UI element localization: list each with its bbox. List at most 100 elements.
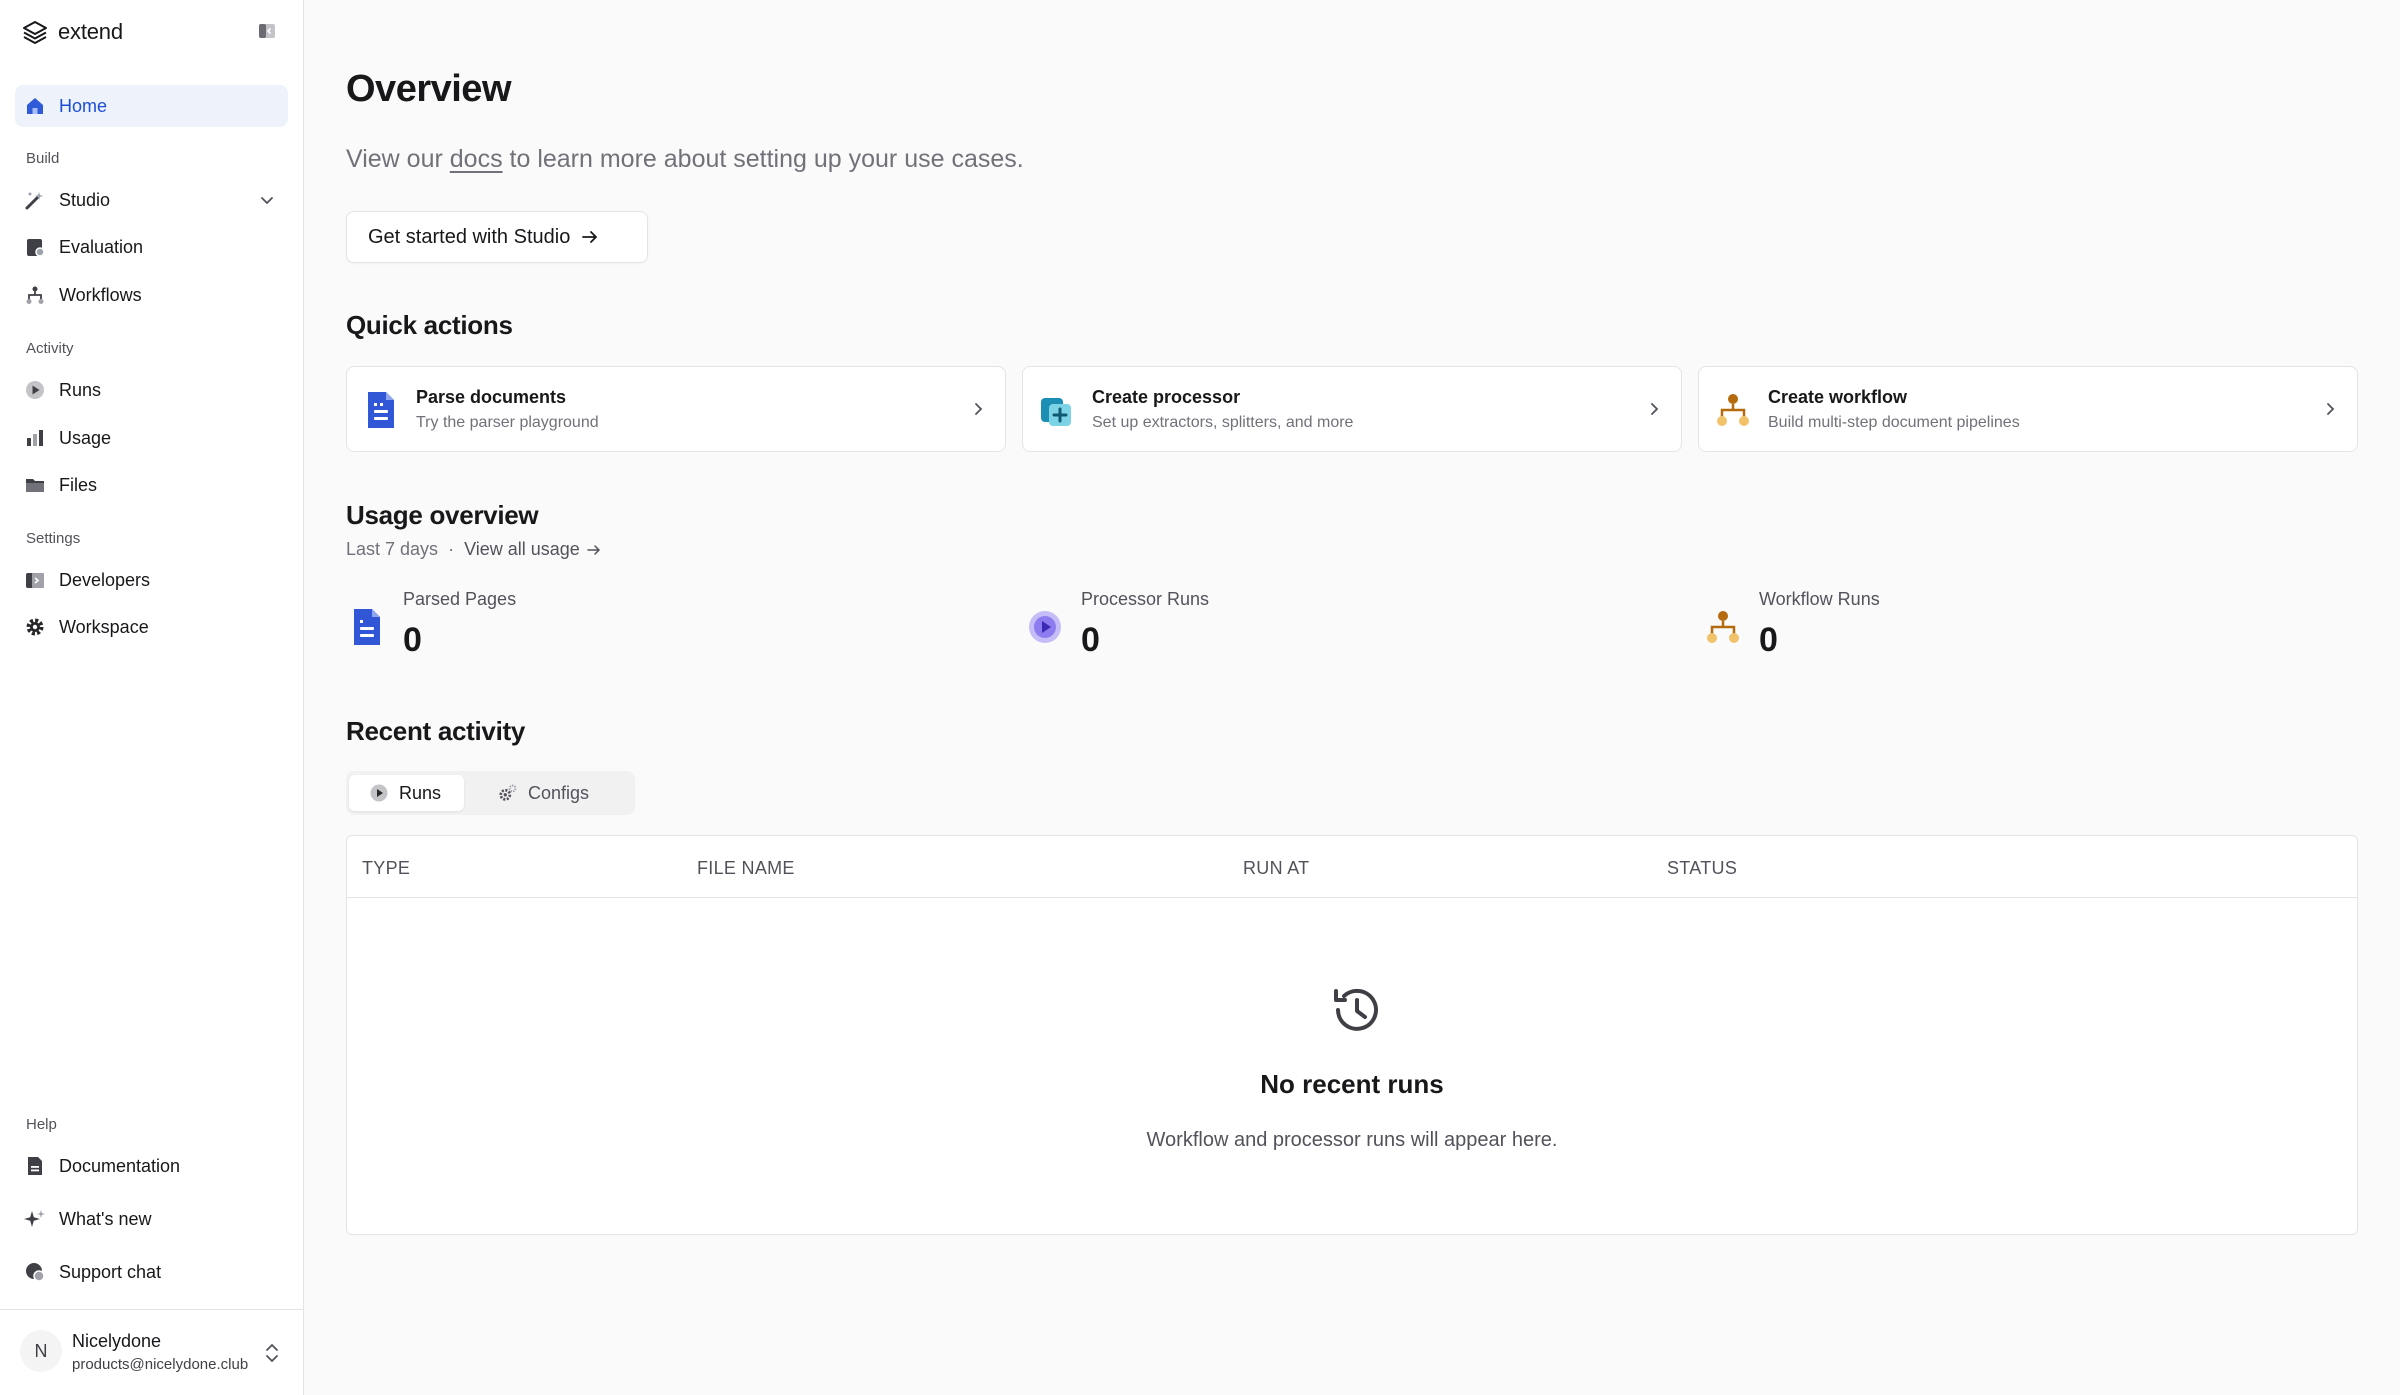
- evaluation-icon: [23, 235, 47, 259]
- get-started-label: Get started with Studio: [368, 225, 571, 248]
- sidebar-item-workspace[interactable]: Workspace: [15, 606, 288, 648]
- sidebar-item-studio[interactable]: Studio: [15, 179, 288, 221]
- document-icon: [23, 1154, 47, 1178]
- tab-runs[interactable]: Runs: [349, 775, 464, 811]
- chat-bubble-icon: [23, 1260, 47, 1284]
- document-icon: [368, 392, 394, 428]
- workflow-icon: [1707, 611, 1739, 643]
- column-header-type[interactable]: TYPE: [362, 858, 410, 879]
- brand-name: extend: [58, 19, 123, 44]
- get-started-studio-button[interactable]: Get started with Studio: [346, 211, 648, 263]
- intro-prefix: View our: [346, 145, 450, 173]
- sidebar-item-label: Evaluation: [59, 236, 144, 257]
- studio-wand-icon: [23, 188, 47, 212]
- sidebar-item-files[interactable]: Files: [15, 464, 288, 506]
- home-icon: [23, 94, 47, 118]
- quick-actions-heading: Quick actions: [346, 310, 513, 340]
- bar-chart-icon: [23, 426, 47, 450]
- tab-configs[interactable]: Configs: [498, 775, 618, 811]
- user-email: products@nicelydone.club: [72, 1356, 249, 1373]
- sidebar-item-usage[interactable]: Usage: [15, 417, 288, 459]
- arrow-right-icon: [587, 544, 600, 555]
- sidebar-item-label: Home: [59, 95, 108, 116]
- chevron-right-icon: [1651, 403, 1659, 415]
- sidebar-item-workflows[interactable]: Workflows: [15, 274, 288, 316]
- stat-label: Workflow Runs: [1759, 589, 1880, 609]
- chevron-up-down-icon[interactable]: [262, 1341, 282, 1365]
- intro-suffix: to learn more about setting up your use …: [502, 145, 1024, 173]
- column-header-file-name[interactable]: FILE NAME: [697, 858, 795, 879]
- sidebar-item-label: Runs: [59, 379, 102, 400]
- sidebar-item-runs[interactable]: Runs: [15, 369, 288, 411]
- quick-action-subtitle: Try the parser playground: [416, 414, 599, 431]
- sidebar-item-developers[interactable]: Developers: [15, 559, 288, 601]
- sidebar-item-label: What's new: [59, 1208, 152, 1229]
- quick-action-create-workflow[interactable]: Create workflow Build multi-step documen…: [1698, 366, 2358, 452]
- gears-icon: [498, 783, 518, 803]
- chevron-right-icon: [2327, 403, 2335, 415]
- sidebar-item-label: Workspace: [59, 616, 149, 637]
- stat-label: Processor Runs: [1081, 589, 1210, 609]
- stat-value: 0: [1081, 621, 1100, 659]
- stat-value: 0: [403, 621, 422, 659]
- usage-period: Last 7 days: [346, 539, 439, 559]
- empty-state-subtitle: Workflow and processor runs will appear …: [1146, 1129, 1558, 1151]
- document-icon: [354, 609, 380, 645]
- brand[interactable]: extend: [22, 18, 123, 46]
- usage-overview-heading: Usage overview: [346, 500, 539, 530]
- quick-action-title: Create processor: [1092, 387, 1241, 407]
- chevron-down-icon[interactable]: [258, 191, 276, 209]
- stat-value: 0: [1759, 621, 1778, 659]
- sidebar: extend Home Build Studio Evaluation Work…: [0, 0, 304, 1395]
- user-name: Nicelydone: [72, 1331, 162, 1351]
- column-header-run-at[interactable]: RUN AT: [1243, 858, 1309, 879]
- table-header: TYPE FILE NAME RUN AT STATUS: [347, 836, 2357, 898]
- workflow-icon: [23, 283, 47, 307]
- usage-meta: Last 7 days · View all usage: [346, 539, 602, 560]
- sidebar-item-support-chat[interactable]: Support chat: [15, 1251, 288, 1293]
- sidebar-item-whats-new[interactable]: What's new: [15, 1198, 288, 1240]
- sidebar-item-label: Usage: [59, 427, 112, 448]
- sidebar-item-documentation[interactable]: Documentation: [15, 1145, 288, 1187]
- sidebar-item-label: Developers: [59, 569, 151, 590]
- column-header-status[interactable]: STATUS: [1667, 858, 1737, 879]
- chevron-right-icon: [975, 403, 983, 415]
- section-label-build: Build: [26, 150, 60, 167]
- section-label-help: Help: [26, 1116, 57, 1133]
- tab-label: Runs: [399, 782, 442, 803]
- sidebar-item-label: Workflows: [59, 284, 142, 305]
- sidebar-item-evaluation[interactable]: Evaluation: [15, 226, 288, 268]
- main-content: Overview View our docs to learn more abo…: [305, 0, 2400, 1395]
- page-title: Overview: [346, 68, 512, 110]
- play-circle-icon: [1029, 611, 1061, 643]
- sidebar-item-label: Files: [59, 474, 98, 495]
- sidebar-collapse-button[interactable]: [256, 20, 278, 42]
- arrow-right-icon: [580, 227, 600, 247]
- quick-action-parse-documents[interactable]: Parse documents Try the parser playgroun…: [346, 366, 1006, 452]
- sidebar-item-label: Studio: [59, 189, 111, 210]
- avatar: N: [20, 1330, 62, 1372]
- play-circle-icon: [369, 783, 389, 803]
- view-all-usage-label: View all usage: [464, 539, 580, 559]
- docs-link[interactable]: docs: [450, 145, 503, 173]
- account-switcher[interactable]: N Nicelydone products@nicelydone.club: [0, 1309, 303, 1395]
- quick-action-title: Create workflow: [1768, 387, 1908, 407]
- folder-icon: [23, 473, 47, 497]
- quick-action-create-processor[interactable]: Create processor Set up extractors, spli…: [1022, 366, 1682, 452]
- empty-state-title: No recent runs: [1260, 1069, 1444, 1099]
- processor-add-icon: [1041, 398, 1071, 426]
- sidebar-item-label: Documentation: [59, 1155, 181, 1176]
- play-circle-icon: [23, 378, 47, 402]
- sparkles-icon: [23, 1207, 47, 1231]
- sidebar-item-home[interactable]: Home: [15, 85, 288, 127]
- quick-action-title: Parse documents: [416, 387, 567, 407]
- usage-separator: ·: [448, 539, 455, 559]
- sidebar-toggle-icon: [259, 24, 275, 38]
- view-all-usage-link[interactable]: View all usage: [464, 539, 602, 560]
- tab-label: Configs: [528, 782, 590, 803]
- recent-runs-table: TYPE FILE NAME RUN AT STATUS No recent r…: [346, 835, 2358, 1235]
- recent-activity-tabs: Runs Configs: [346, 771, 635, 815]
- intro-text: View our docs to learn more about settin…: [346, 145, 1024, 174]
- stat-label: Parsed Pages: [403, 589, 517, 609]
- sidebar-item-label: Support chat: [59, 1261, 162, 1282]
